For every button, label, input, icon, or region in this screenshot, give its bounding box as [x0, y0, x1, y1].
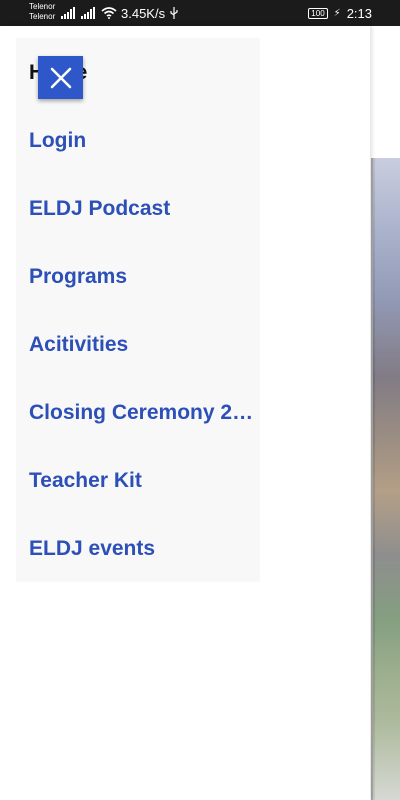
carrier-label-2: Telenor: [29, 12, 56, 21]
menu-item-eldj-events[interactable]: ELDJ events: [29, 532, 254, 566]
menu-item-closing-ceremony[interactable]: Closing Ceremony 2019: [29, 396, 254, 430]
menu-item-programs[interactable]: Programs: [29, 260, 254, 294]
signal-icon: [61, 7, 75, 19]
net-speed: 3.45K/s: [121, 5, 166, 21]
status-bar: Telenor Telenor 3.45K/s 100 ⚡ 2:13: [0, 0, 400, 26]
carrier-names: Telenor Telenor: [29, 2, 55, 22]
menu-item-login[interactable]: Login: [29, 124, 254, 158]
clock: 2:13: [346, 5, 372, 21]
background-image: [373, 158, 400, 800]
carrier-label-1: Telenor: [29, 2, 56, 11]
menu-item-activities[interactable]: Acitivities: [29, 328, 254, 362]
menu-panel: Home Login ELDJ Podcast Programs Acitivi…: [16, 38, 260, 582]
navigation-drawer: Home Login ELDJ Podcast Programs Acitivi…: [0, 26, 370, 800]
signal-icon: [81, 7, 95, 19]
close-menu-button[interactable]: [38, 56, 83, 99]
charging-icon: ⚡: [333, 7, 341, 19]
status-indicators: 3.45K/s: [61, 5, 179, 21]
usb-icon: [170, 7, 178, 19]
menu-item-eldj-podcast[interactable]: ELDJ Podcast: [29, 192, 254, 226]
wifi-icon: [101, 7, 117, 19]
menu-item-teacher-kit[interactable]: Teacher Kit: [29, 464, 254, 498]
status-right: 100 ⚡ 2:13: [308, 5, 372, 21]
close-icon: [50, 67, 71, 88]
battery-icon: 100: [308, 7, 328, 19]
